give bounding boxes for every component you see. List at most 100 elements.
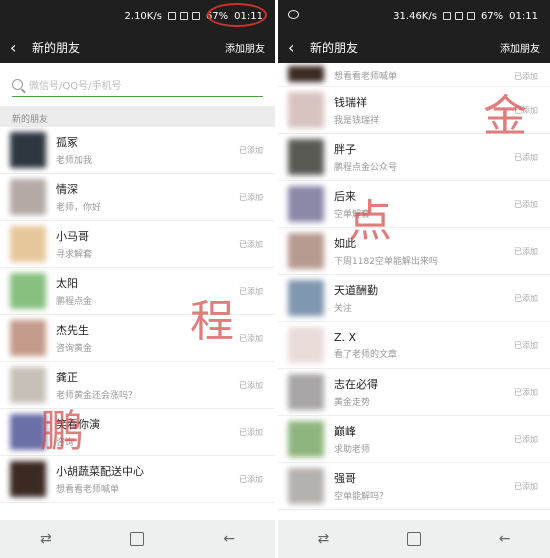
avatar xyxy=(288,327,324,363)
friend-name: 胖子 xyxy=(334,143,356,156)
back-icon[interactable]: ← xyxy=(498,532,512,546)
list-item[interactable]: 巅峰求助老师 已添加 xyxy=(278,416,550,463)
friend-name: 小马哥 xyxy=(56,230,89,243)
red-highlight-circle xyxy=(207,3,267,27)
list-item[interactable]: Z. X 看了老师的文章 已添加 xyxy=(278,322,550,369)
friend-name: 后来 xyxy=(334,190,356,203)
back-arrow-icon[interactable]: ‹ xyxy=(10,38,32,57)
list-item-text: 后来 空单解套 xyxy=(334,188,514,220)
home-icon[interactable] xyxy=(406,532,421,546)
list-item-text: 钱瑞祥 我是钱瑞祥 xyxy=(334,94,514,126)
avatar xyxy=(10,367,46,403)
system-nav-bar: ⇄ ← xyxy=(278,520,550,558)
list-item[interactable]: 志在必得 黄金走势 已添加 xyxy=(278,369,550,416)
friend-message: 咨询 xyxy=(56,438,75,448)
recent-apps-icon[interactable]: ⇄ xyxy=(316,532,330,546)
list-item-text: Z. X 看了老师的文章 xyxy=(334,331,514,360)
friend-message: 想看看老师喊单 xyxy=(56,485,120,495)
friend-message: 咨询黄金 xyxy=(56,344,93,354)
friend-message: 鹏程点金公众号 xyxy=(334,163,398,173)
added-badge: 已添加 xyxy=(514,105,538,115)
friend-name: 情深 xyxy=(56,183,78,196)
added-badge: 已添加 xyxy=(514,199,538,209)
friend-message: 关注 xyxy=(334,304,353,314)
list-item[interactable]: 天道酬勤 关注 已添加 xyxy=(278,275,550,322)
list-item[interactable]: 太阳 鹏程点金 已添加 xyxy=(0,268,275,315)
friend-name: 天道酬勤 xyxy=(334,284,378,297)
list-item-text: 太阳 鹏程点金 xyxy=(56,275,239,307)
avatar xyxy=(10,273,46,309)
add-friend-button[interactable]: 添加朋友 xyxy=(500,40,540,55)
clock: 01:11 xyxy=(509,10,538,22)
search-input[interactable]: 微信号/QQ号/手机号 xyxy=(12,73,263,97)
avatar xyxy=(10,461,46,497)
friend-name: Z. X xyxy=(334,330,357,344)
list-item[interactable]: 如此 下周1182空单能解出来吗 已添加 xyxy=(278,228,550,275)
list-item[interactable]: 后来 空单解套 已添加 xyxy=(278,181,550,228)
list-item[interactable]: 龚正 老师黄金还会涨吗？ 已添加 xyxy=(0,362,275,409)
screenshot-collage: 2.10K/s 67% 01:11 ‹ 新的朋友 添加朋友 微信号/QQ号/手机… xyxy=(0,0,550,558)
list-item[interactable]: 情深 老师，你好 已添加 xyxy=(0,174,275,221)
battery-text: 67% xyxy=(480,10,504,22)
avatar xyxy=(288,374,324,410)
friend-list: 钱瑞祥 我是钱瑞祥 已添加 胖子 鹏程点金公众号 已添加 后来 空单解套 已添加 如此 下周1182… xyxy=(278,87,550,510)
friend-name: 笑看你演 xyxy=(56,418,100,431)
system-nav-bar: ⇄ ← xyxy=(0,520,275,558)
nav-bar: ‹ 新的朋友 添加朋友 xyxy=(0,32,275,63)
back-icon[interactable]: ← xyxy=(222,532,236,546)
list-item-text: 杰先生 咨询黄金 xyxy=(56,322,239,354)
friend-message: 求助老师 xyxy=(334,445,371,455)
friend-message: 我是钱瑞祥 xyxy=(334,116,380,126)
friend-name: 巅峰 xyxy=(334,425,356,438)
avatar xyxy=(10,179,46,215)
list-item-text: 天道酬勤 关注 xyxy=(334,282,514,314)
list-item-text: 胖子 鹏程点金公众号 xyxy=(334,141,514,173)
signal-icon xyxy=(466,12,475,20)
list-item[interactable]: 杰先生 咨询黄金 已添加 xyxy=(0,315,275,362)
added-badge: 已添加 xyxy=(514,72,538,81)
home-icon[interactable] xyxy=(130,532,145,546)
signal-icon xyxy=(191,12,200,20)
section-header: 新的朋友 xyxy=(0,107,275,127)
added-badge: 已添加 xyxy=(514,434,538,444)
friend-name: 太阳 xyxy=(56,277,78,290)
friend-message: 看了老师的文章 xyxy=(334,349,398,360)
friend-message: 寻求解套 xyxy=(56,250,93,260)
avatar xyxy=(288,186,324,222)
friend-name: 孤冢 xyxy=(56,136,78,149)
back-arrow-icon[interactable]: ‹ xyxy=(288,38,310,57)
list-item[interactable]: 笑看你演咨询 已添加 xyxy=(0,409,275,456)
list-item[interactable]: 胖子 鹏程点金公众号 已添加 xyxy=(278,134,550,181)
list-item[interactable]: 强哥 空单能解吗？ 已添加 xyxy=(278,463,550,510)
nav-bar: ‹ 新的朋友 添加朋友 xyxy=(278,32,550,63)
avatar xyxy=(10,320,46,356)
recent-apps-icon[interactable]: ⇄ xyxy=(39,532,53,546)
avatar xyxy=(288,139,324,175)
friend-name: 钱瑞祥 xyxy=(334,96,367,109)
search-bar: 微信号/QQ号/手机号 xyxy=(0,63,275,107)
friend-message: 空单解套 xyxy=(334,210,371,220)
friend-message: 黄金走势 xyxy=(334,398,371,408)
friend-message: 老师，你好 xyxy=(56,203,102,213)
status-bar: 2.10K/s 67% 01:11 xyxy=(0,0,275,32)
added-badge: 已添加 xyxy=(239,427,263,437)
avatar xyxy=(288,421,324,457)
list-item-text: 强哥 空单能解吗？ xyxy=(334,470,514,502)
list-item[interactable]: 孤冢 老师加我 已添加 xyxy=(0,127,275,174)
list-item-partial[interactable]: 想看看老师喊单 已添加 xyxy=(278,63,550,87)
added-badge: 已添加 xyxy=(239,239,263,249)
friend-message: 想看看老师喊单 xyxy=(334,72,398,82)
left-phone-screen: 2.10K/s 67% 01:11 ‹ 新的朋友 添加朋友 微信号/QQ号/手机… xyxy=(0,0,275,558)
list-item[interactable]: 小马哥寻求解套 已添加 xyxy=(0,221,275,268)
list-item[interactable]: 钱瑞祥 我是钱瑞祥 已添加 xyxy=(278,87,550,134)
status-icons xyxy=(167,12,200,20)
added-badge: 已添加 xyxy=(239,145,263,155)
add-friend-button[interactable]: 添加朋友 xyxy=(225,40,265,55)
avatar xyxy=(288,66,324,82)
list-item[interactable]: 小胡蔬菜配送中心 想看看老师喊单 已添加 xyxy=(0,456,275,503)
added-badge: 已添加 xyxy=(239,474,263,484)
friend-name: 如此 xyxy=(334,237,356,250)
friend-message: 下周1182空单能解出来吗 xyxy=(334,257,438,267)
added-badge: 已添加 xyxy=(239,286,263,296)
avatar xyxy=(10,414,46,450)
